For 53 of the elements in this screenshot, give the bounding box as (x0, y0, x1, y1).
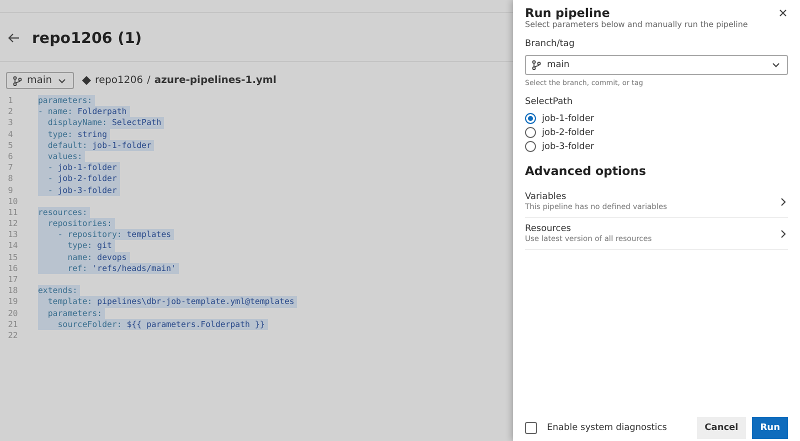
line-number: 19 (8, 296, 19, 308)
panel-subtitle: Select parameters below and manually run the pipeline (525, 20, 749, 29)
checkbox-label: Enable system diagnostics (547, 423, 668, 433)
line-number: 18 (8, 285, 19, 296)
line-number: 4 (8, 128, 14, 140)
run-button[interactable]: Run (752, 417, 788, 439)
line-number: 12 (8, 218, 19, 230)
line-number: 6 (8, 150, 14, 162)
radio-button[interactable] (525, 113, 536, 124)
close-icon (778, 8, 788, 18)
line-number: 8 (8, 173, 14, 184)
line-number: 2 (8, 106, 14, 118)
radio-button[interactable] (525, 127, 536, 138)
branch-icon (13, 76, 22, 86)
section-title: Resources (525, 224, 572, 234)
section-heading: Advanced options (525, 164, 647, 178)
line-number: 20 (8, 308, 19, 319)
line-number: 16 (8, 262, 19, 274)
line-number: 1 (8, 95, 14, 106)
line-number: 11 (8, 206, 19, 218)
line-number: 9 (8, 184, 14, 196)
branch-selector[interactable]: main (6, 72, 74, 89)
line-number: 7 (8, 162, 14, 174)
path-separator: / (146, 75, 150, 86)
branch-icon (532, 60, 541, 70)
line-number: 17 (8, 274, 19, 286)
chevron-down-icon (771, 60, 781, 70)
repo-name[interactable]: repo1206 (95, 75, 143, 86)
line-number: 21 (8, 318, 19, 330)
cancel-button[interactable]: Cancel (696, 417, 746, 439)
section-title: Variables (525, 192, 568, 202)
line-number: 13 (8, 229, 19, 240)
back-arrow-icon[interactable] (8, 33, 20, 43)
line-number: 10 (8, 196, 19, 207)
page-title: repo1206 (1) (32, 29, 142, 47)
repo-icon (82, 76, 91, 85)
line-number: 22 (8, 330, 19, 342)
line-number: 3 (8, 117, 14, 129)
branch-dropdown[interactable]: main (525, 55, 788, 75)
line-number: 5 (8, 140, 14, 151)
radio-label: job-2-folder (542, 128, 594, 138)
panel-title: Run pipeline (525, 6, 610, 20)
chevron-right-icon (778, 196, 788, 206)
line-number: 15 (8, 252, 19, 263)
file-name: azure-pipelines-1.yml (154, 75, 276, 86)
radio-button[interactable] (525, 141, 536, 152)
radio-label: job-3-folder (542, 142, 594, 152)
checkbox[interactable] (525, 422, 537, 434)
radio-label: job-1-folder (542, 114, 594, 124)
line-number: 14 (8, 240, 19, 252)
field-label: SelectPath (525, 97, 574, 107)
field-label: Branch/tag (525, 39, 576, 49)
chevron-right-icon (778, 228, 788, 238)
